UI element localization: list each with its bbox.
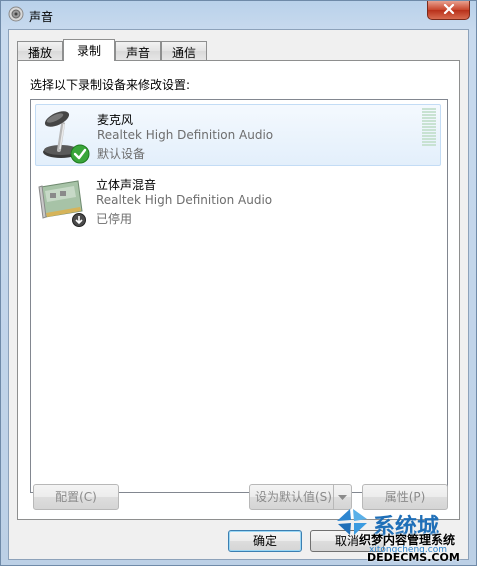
site-watermark: 系统城 织梦内容管理系统 xitongcheng.com DEDECMS.COM [329,507,476,565]
ok-button[interactable]: 确定 [228,530,302,552]
close-icon [443,3,455,17]
dialog-client-area: 播放 录制 声音 通信 选择以下录制设备来修改设置: 麦克风 Realtek H… [8,29,469,560]
watermark-url-2: DEDECMS.COM [367,551,460,564]
recording-tab-panel: 选择以下录制设备来修改设置: 麦克风 Realtek High Definiti… [17,60,460,520]
disabled-arrow-icon [72,213,86,230]
device-item-stereo-mix[interactable]: 立体声混音 Realtek High Definition Audio 已停用 [35,170,441,232]
speaker-icon [8,6,24,22]
level-segment [422,138,436,140]
title-bar[interactable]: 声音 [1,1,476,29]
tab-communications[interactable]: 通信 [161,41,207,60]
level-segment [422,117,436,119]
level-segment [422,135,436,137]
tab-recording[interactable]: 录制 [63,39,115,61]
sound-card-icon [38,173,92,229]
device-name: 立体声混音 [96,178,157,192]
level-segment [422,132,436,134]
device-status: 已停用 [96,212,133,226]
level-segment [422,123,436,125]
input-level-meter [422,108,436,150]
tab-sounds[interactable]: 声音 [115,41,161,60]
level-segment [422,144,436,146]
instruction-text: 选择以下录制设备来修改设置: [30,78,191,92]
window-title: 声音 [29,10,54,24]
close-button[interactable] [427,1,470,20]
level-segment [422,114,436,116]
level-segment [422,108,436,110]
set-default-label: 设为默认值(S) [255,490,332,504]
level-segment [422,120,436,122]
default-check-icon [70,144,90,167]
recording-device-list[interactable]: 麦克风 Realtek High Definition Audio 默认设备 立… [30,99,448,493]
device-name: 麦克风 [97,113,134,127]
device-item-microphone[interactable]: 麦克风 Realtek High Definition Audio 默认设备 [35,104,441,166]
configure-button[interactable]: 配置(C) [33,484,119,510]
level-segment [422,111,436,113]
device-description: Realtek High Definition Audio [97,128,274,142]
tab-playback[interactable]: 播放 [17,41,63,60]
level-segment [422,141,436,143]
device-description: Realtek High Definition Audio [96,193,273,207]
chevron-down-icon [338,485,347,509]
sound-dialog-window: 声音 播放 录制 声音 通信 选择以下录制设备来修改设置: 麦克风 Realte… [0,0,477,566]
set-default-dropdown-arrow[interactable] [333,485,351,509]
level-segment [422,126,436,128]
microphone-icon [39,108,93,164]
level-segment [422,129,436,131]
device-status: 默认设备 [97,147,146,161]
